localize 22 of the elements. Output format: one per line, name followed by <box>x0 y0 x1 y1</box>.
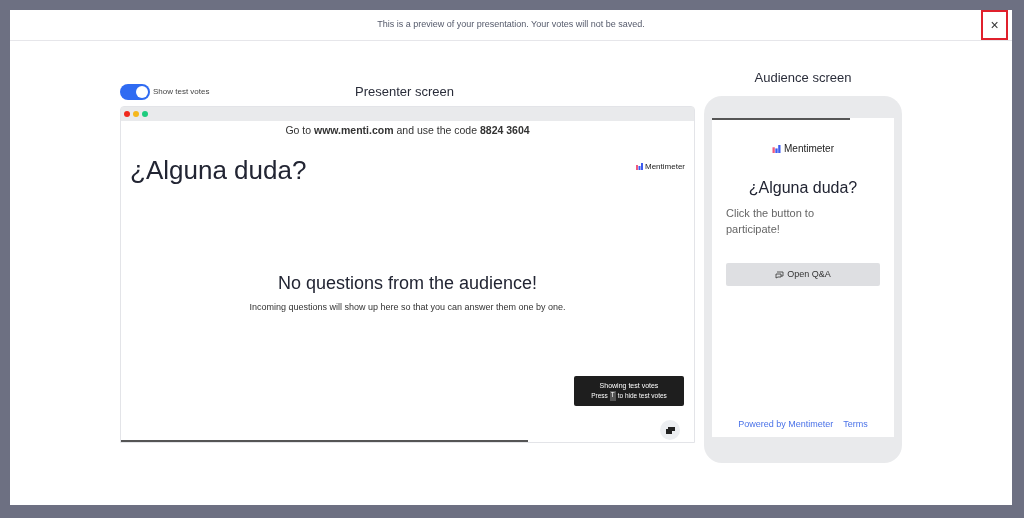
section-title: Presenter screen <box>355 83 454 102</box>
logo-icon <box>636 163 643 170</box>
question-title: ¿Alguna duda? <box>747 178 859 198</box>
open-qa-button[interactable]: Open Q&A <box>726 263 880 286</box>
brand-name: Mentimeter <box>645 160 685 173</box>
join-instructions: Go to www.menti.com and use the code 8824 3604 <box>285 122 530 138</box>
toggle-switch[interactable] <box>120 84 150 100</box>
close-button[interactable]: × <box>981 10 1008 40</box>
empty-title: No questions from the audience! <box>277 271 538 295</box>
question-title: ¿Alguna duda? <box>130 153 307 187</box>
section-title: Audience screen <box>754 69 852 87</box>
logo-icon <box>772 144 781 153</box>
chat-icon <box>775 270 785 279</box>
empty-description: Incoming questions will show up here so that you can answer them one by one. <box>249 300 566 314</box>
brand-name: Mentimeter <box>784 142 834 156</box>
chat-icon <box>665 426 675 434</box>
preview-notice: This is a preview of your presentation. Your votes will not be saved. <box>377 18 645 32</box>
participate-prompt: Click the button to participate! <box>725 206 816 237</box>
chat-button[interactable] <box>660 420 680 440</box>
toggle-label: Show test votes <box>153 86 210 98</box>
footer-link[interactable]: Powered by Mentimeter <box>738 417 834 431</box>
footer-link[interactable]: Terms <box>843 417 868 431</box>
